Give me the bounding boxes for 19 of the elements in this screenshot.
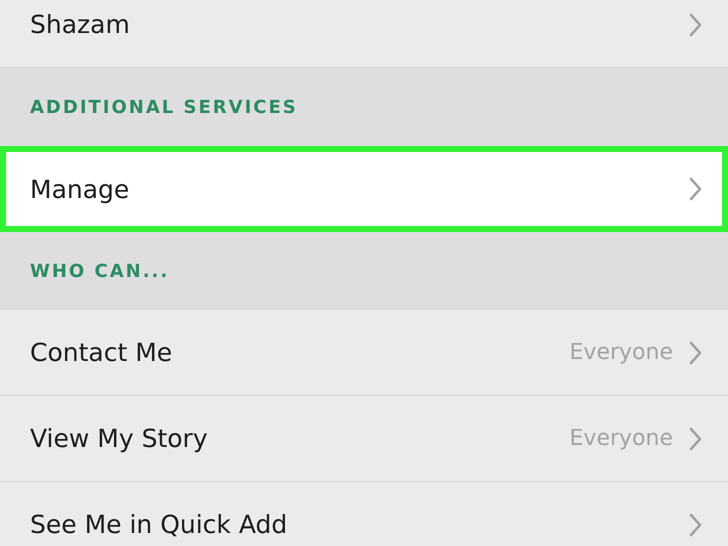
settings-row[interactable]: Contact Me Everyone — [0, 310, 728, 396]
row-label: Shazam — [30, 10, 131, 39]
section-title: WHO CAN... — [30, 260, 170, 282]
row-label: See Me in Quick Add — [30, 510, 288, 539]
settings-row[interactable]: See Me in Quick Add — [0, 482, 728, 546]
row-label: Manage — [30, 174, 130, 204]
settings-row[interactable]: Shazam — [0, 0, 728, 68]
row-value: Everyone — [570, 426, 673, 451]
settings-row[interactable]: View My Story Everyone — [0, 396, 728, 482]
row-label: View My Story — [30, 424, 209, 453]
chevron-icon — [689, 340, 702, 364]
chevron-icon — [689, 12, 702, 36]
chevron-icon — [689, 426, 702, 450]
chevron-icon — [689, 177, 702, 201]
row-value: Everyone — [570, 340, 673, 365]
chevron-icon — [689, 512, 702, 536]
row-label: Contact Me — [30, 338, 174, 367]
settings-row[interactable]: Manage — [0, 146, 728, 232]
section-title: ADDITIONAL SERVICES — [30, 96, 298, 118]
